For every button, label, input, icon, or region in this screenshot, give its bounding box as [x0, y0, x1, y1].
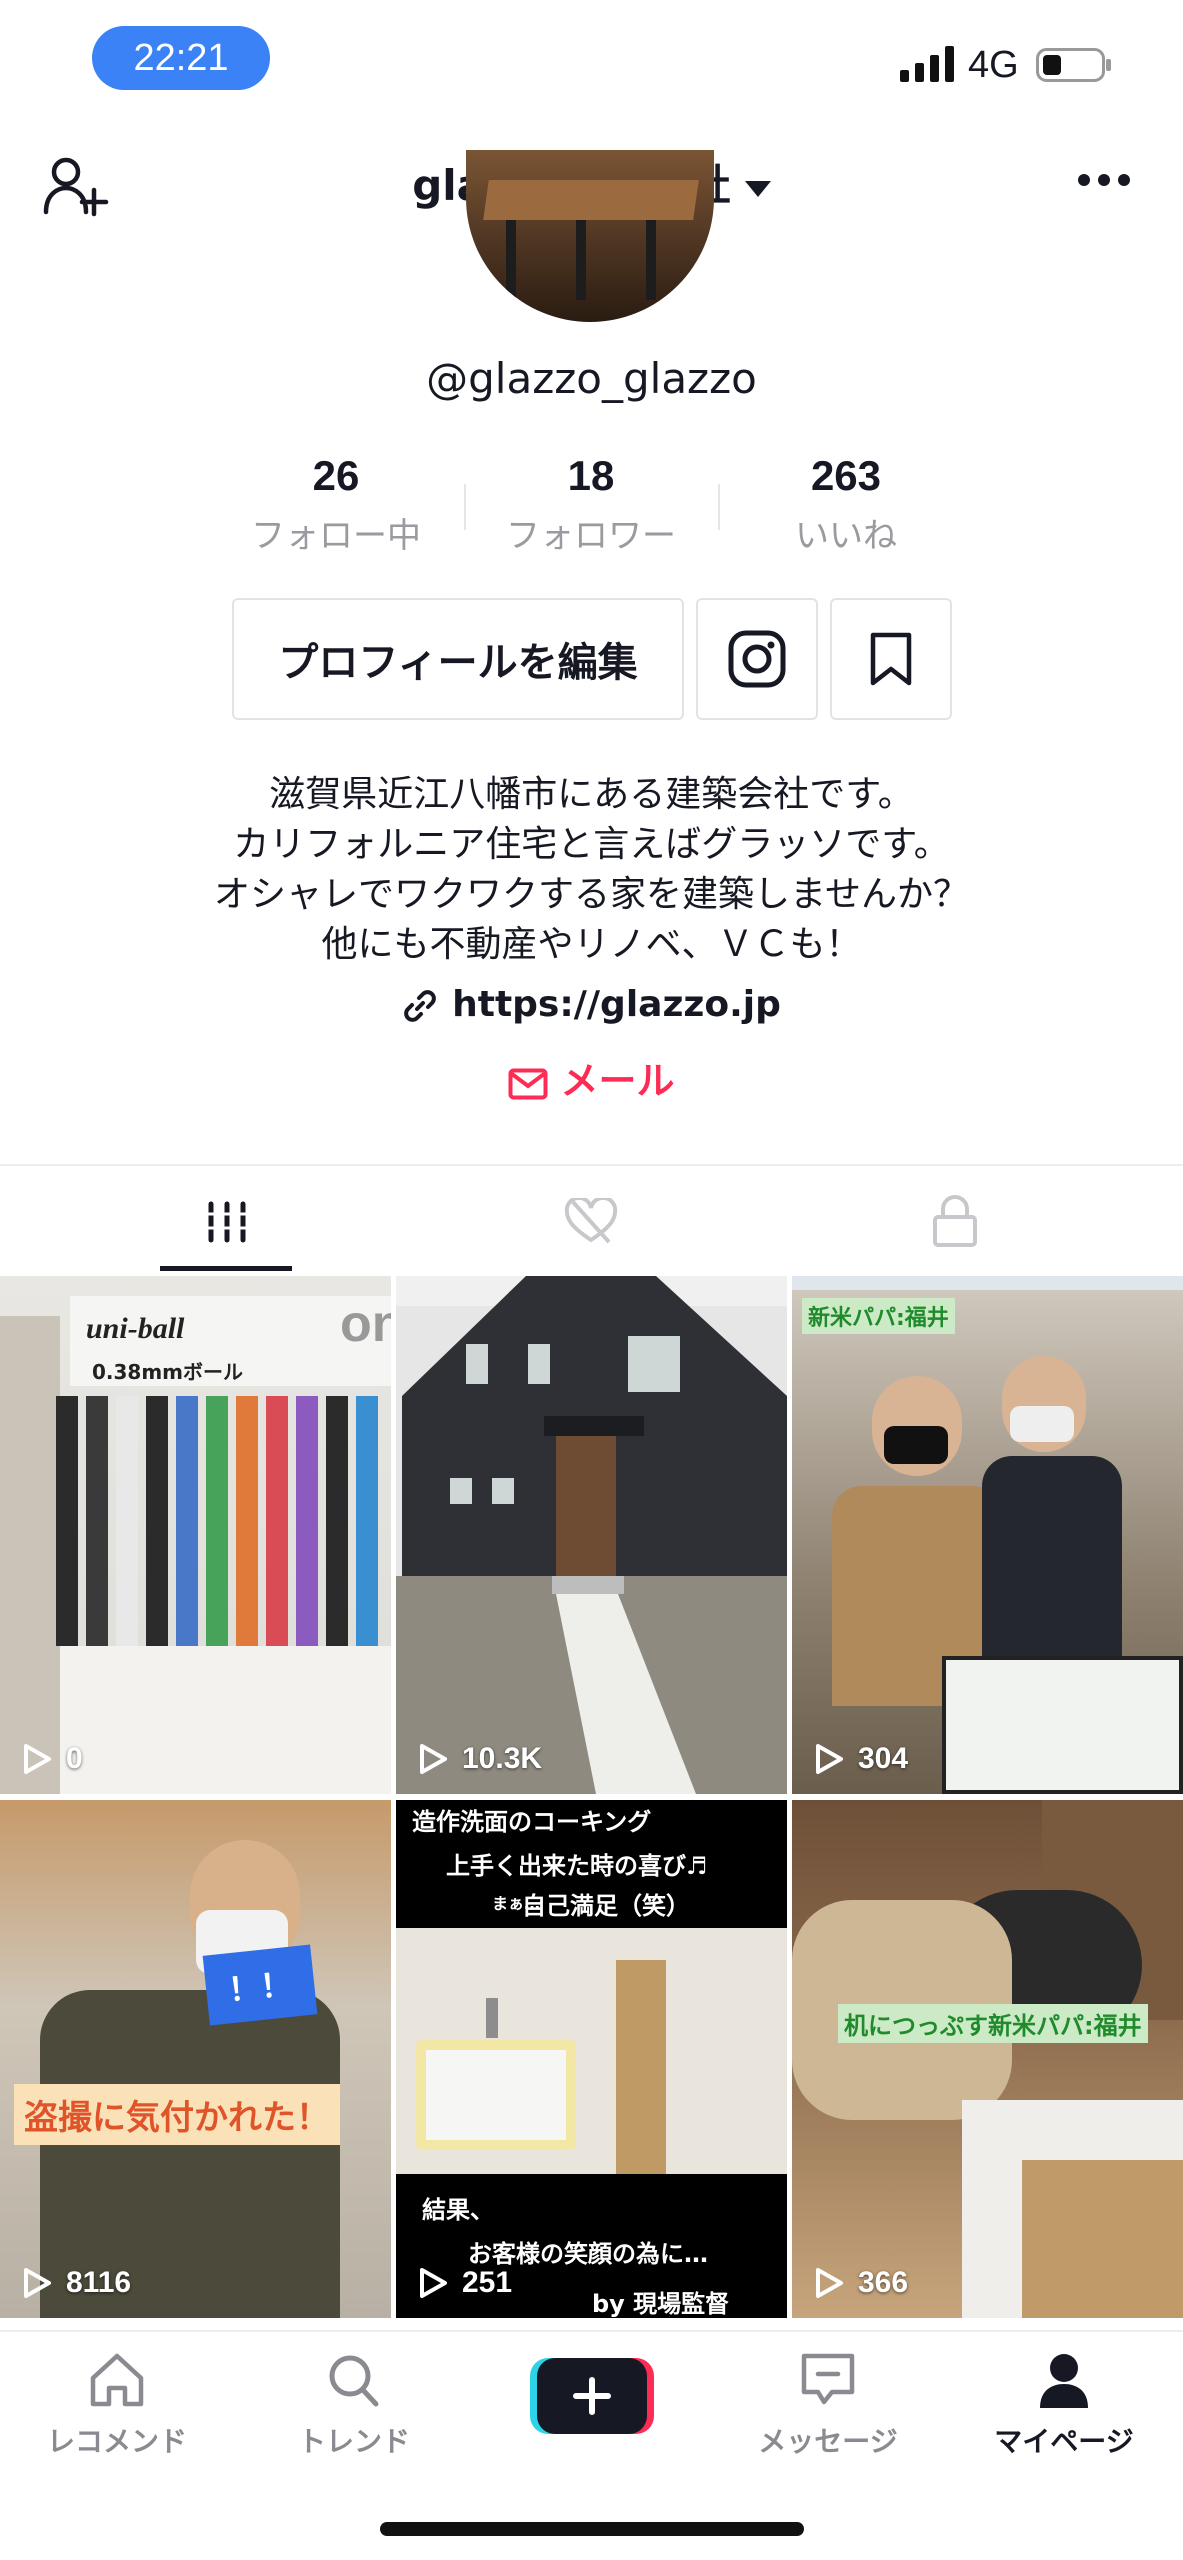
video-thumbnail[interactable]: 造作洗面のコーキング 上手く出来た時の喜び♬ まぁ… 自己満足（笑） 結果、 お… — [396, 1800, 787, 2318]
thumbnail-caption: 新米パパ:福井 — [802, 1298, 955, 1334]
thumbnail-caption: 机につっぷす新米パパ:福井 — [838, 2004, 1148, 2043]
view-count: 8116 — [22, 2266, 131, 2300]
bio-line: 他にも不動産やリノベ、ＶＣも！ — [321, 924, 862, 965]
mail-label: メール — [560, 1059, 675, 1103]
thumbnail-text: 造作洗面のコーキング — [412, 1808, 652, 1836]
thumbnail-text: 結果、 — [422, 2196, 494, 2224]
thumbnail-text: 0.38mmボール — [92, 1360, 244, 1384]
view-count: 251 — [418, 2266, 512, 2300]
thumbnail-text: uni-ball — [86, 1312, 185, 1345]
tab-liked[interactable] — [394, 1180, 788, 1264]
status-bar: 22:21 4G — [0, 0, 1183, 120]
view-count-value: 10.3K — [462, 1742, 543, 1775]
video-thumbnail[interactable]: 10.3K — [396, 1276, 787, 1794]
signal-icon — [900, 46, 954, 82]
thumbnail-text: お客様の笑顔の為に… — [468, 2240, 708, 2268]
plus-icon[interactable] — [530, 2358, 654, 2434]
thumbnail-text: ！！ — [202, 1944, 318, 2026]
bio-line: カリフォルニア住宅と言えばグラッソです。 — [233, 824, 950, 865]
view-count-value: 251 — [462, 2266, 513, 2299]
stat-label: フォロー中 — [251, 516, 421, 556]
nav-inbox[interactable]: メッセージ — [718, 2350, 938, 2460]
play-icon — [24, 1744, 51, 1774]
view-count-value: 366 — [858, 2266, 909, 2299]
nav-label: トレンド — [297, 2425, 410, 2458]
view-count: 0 — [22, 1742, 83, 1776]
nav-label: メッセージ — [758, 2425, 898, 2458]
video-thumbnail[interactable]: uni-ball on 0.38mmボール 0 — [0, 1276, 391, 1794]
tab-videos[interactable] — [30, 1180, 424, 1264]
view-count-value: 304 — [858, 1742, 909, 1775]
link-text: https://glazzo.jp — [452, 984, 781, 1025]
bio-line: 滋賀県近江八幡市にある建築会社です。 — [269, 774, 914, 815]
profile-link[interactable]: https://glazzo.jp — [0, 984, 1183, 1025]
chevron-down-icon — [744, 180, 771, 197]
profile-bio: 滋賀県近江八幡市にある建築会社です。 カリフォルニア住宅と言えばグラッソです。 … — [0, 770, 1183, 970]
stat-following[interactable]: 26 フォロー中 — [211, 452, 461, 557]
stat-label: いいね — [795, 516, 897, 556]
tab-private[interactable] — [758, 1180, 1152, 1264]
avatar[interactable] — [466, 150, 714, 322]
view-count-value: 0 — [66, 1742, 83, 1775]
home-indicator[interactable] — [380, 2522, 804, 2536]
stat-value: 263 — [810, 452, 882, 499]
mail-icon — [508, 1068, 548, 1099]
nav-discover[interactable]: トレンド — [244, 2350, 464, 2460]
stat-followers[interactable]: 18 フォロワー — [466, 452, 716, 557]
thumbnail-caption: 盗撮に気付かれた！ — [14, 2084, 340, 2145]
search-icon — [329, 2355, 379, 2407]
play-icon — [24, 2268, 51, 2298]
battery-icon — [1036, 48, 1111, 82]
instagram-icon — [728, 630, 786, 688]
house-image — [396, 1276, 787, 1794]
status-time: 22:21 — [92, 26, 270, 90]
nav-label: レコメンド — [46, 2425, 187, 2458]
video-thumbnail[interactable]: 机につっぷす新米パパ:福井 366 — [792, 1800, 1183, 2318]
thumbnail-text: 自己満足（笑） — [522, 1892, 690, 1920]
lock-icon — [933, 1195, 977, 1247]
play-icon — [420, 2268, 447, 2298]
profile-stats: 26 フォロー中 18 フォロワー 263 いいね — [0, 452, 1183, 556]
view-count-value: 8116 — [66, 2266, 132, 2299]
more-icon[interactable] — [1076, 168, 1132, 192]
bio-line: オシャレでワクワクする家を建築しませんか？ — [214, 874, 969, 915]
view-count: 10.3K — [418, 1742, 542, 1776]
view-count: 304 — [814, 1742, 908, 1776]
divider — [0, 1164, 1183, 1166]
link-icon — [404, 990, 436, 1022]
divider — [718, 484, 720, 530]
message-icon — [801, 2353, 855, 2405]
profile-icon — [1040, 2354, 1088, 2408]
nav-label: マイページ — [994, 2425, 1134, 2458]
liked-hidden-icon — [564, 1198, 618, 1244]
edit-profile-button[interactable]: プロフィールを編集 — [232, 598, 684, 720]
play-icon — [816, 2268, 843, 2298]
stat-label: フォロワー — [506, 516, 676, 556]
thumbnail-text: on — [340, 1295, 391, 1353]
instagram-button[interactable] — [696, 598, 818, 720]
profile-handle: @glazzo_glazzo — [426, 354, 757, 403]
video-thumbnail[interactable]: ！！ 盗撮に気付かれた！ 8116 — [0, 1800, 391, 2318]
home-icon — [90, 2353, 144, 2407]
stat-value: 26 — [312, 452, 360, 499]
stat-value: 18 — [567, 452, 615, 499]
bookmark-icon — [870, 632, 912, 686]
stat-likes[interactable]: 263 いいね — [721, 452, 971, 557]
active-tab-indicator — [160, 1266, 292, 1271]
play-icon — [816, 1744, 843, 1774]
thumbnail-text: by 現場監督 — [592, 2290, 730, 2318]
video-thumbnail[interactable]: 新米パパ:福井 304 — [792, 1276, 1183, 1794]
grid-icon — [205, 1201, 249, 1243]
thumbnail-text: 上手く出来た時の喜び♬ — [446, 1852, 708, 1880]
view-count: 366 — [814, 2266, 908, 2300]
network-type: 4G — [968, 44, 1019, 86]
nav-home[interactable]: レコメンド — [7, 2350, 227, 2460]
favorites-button[interactable] — [830, 598, 952, 720]
play-icon — [420, 1744, 447, 1774]
nav-profile[interactable]: マイページ — [954, 2350, 1174, 2460]
mail-link[interactable]: メール — [0, 1050, 1183, 1105]
